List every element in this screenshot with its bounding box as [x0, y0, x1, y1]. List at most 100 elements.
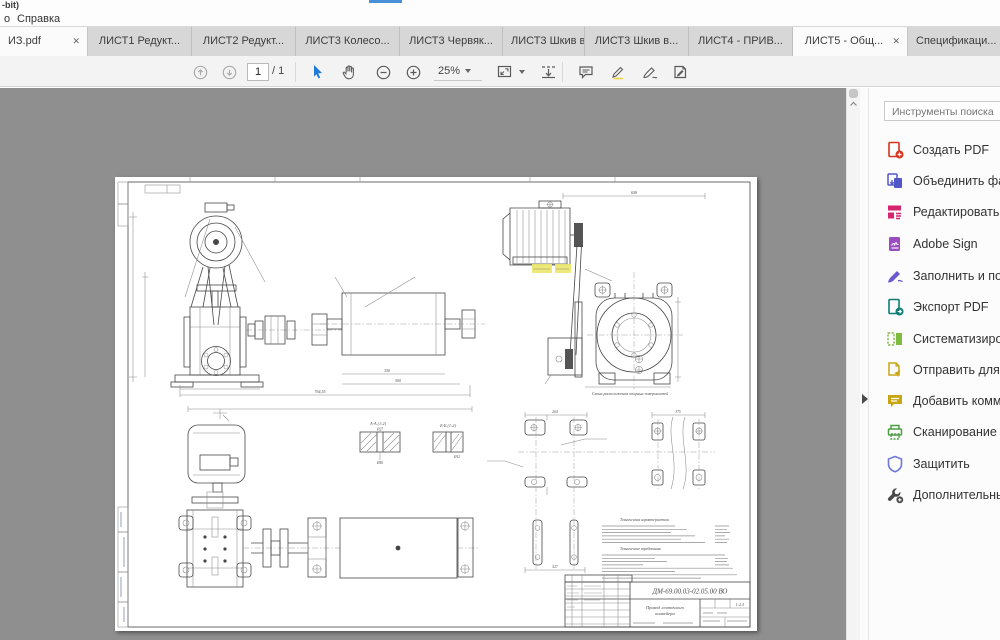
tab-list4-privod[interactable]: ЛИСТ4 - ПРИВ... — [689, 27, 793, 57]
scrolling-mode-button[interactable] — [536, 60, 560, 84]
menu-bar: о Справка — [0, 12, 1000, 26]
svg-text:375: 375 — [675, 410, 681, 414]
tool-combine-files[interactable]: Объединить файлы — [884, 170, 1000, 192]
svg-text:Техническая характеристика: Техническая характеристика — [620, 518, 669, 522]
tab-list3-shkiv-2[interactable]: ЛИСТ3 Шкив в... — [585, 27, 689, 57]
svg-text:Ø27: Ø27 — [376, 428, 383, 432]
search-input[interactable] — [885, 103, 1000, 121]
fill-sign-icon — [886, 267, 904, 285]
drawing-frame — [118, 177, 750, 627]
scrollbar-thumb[interactable] — [849, 89, 858, 98]
page-fit-dropdown[interactable] — [494, 60, 528, 84]
svg-text:Ø56: Ø56 — [376, 461, 383, 465]
adobe-sign-icon — [886, 235, 904, 253]
tab-list2[interactable]: ЛИСТ2 Редукт... — [192, 27, 296, 57]
plus-circle-icon — [406, 65, 421, 80]
view-plan — [179, 406, 480, 587]
minus-circle-icon — [376, 65, 391, 80]
chevron-down-icon — [519, 70, 525, 74]
zoom-out-button[interactable] — [371, 60, 395, 84]
svg-text:А-А (1:2): А-А (1:2) — [369, 421, 387, 426]
close-icon[interactable]: ✕ — [72, 27, 80, 56]
fit-page-icon — [497, 64, 514, 80]
highlight-tool-button[interactable] — [606, 60, 630, 84]
main-toolbar: 1 / 1 25% — [0, 56, 1000, 87]
protect-shield-icon — [886, 455, 904, 473]
select-tool-button[interactable] — [306, 60, 330, 84]
menu-item-help[interactable]: Справка — [14, 12, 63, 26]
tool-send-for-comments[interactable]: Отправить для комментариев — [884, 359, 1000, 381]
zoom-level-value: 25% — [434, 65, 460, 77]
close-icon[interactable]: ✕ — [892, 27, 900, 56]
zoom-level-dropdown[interactable]: 25% — [434, 63, 482, 81]
create-pdf-icon — [886, 141, 904, 159]
technical-notes: Техническая характеристика Технические т… — [602, 518, 737, 578]
svg-text:1:2.5: 1:2.5 — [736, 602, 745, 607]
more-tools-button[interactable] — [668, 60, 692, 84]
window-titlebar: -bit) — [0, 0, 1000, 12]
scan-ocr-icon — [886, 423, 904, 441]
tool-protect[interactable]: Защитить — [884, 453, 1000, 475]
tab-iz-pdf[interactable]: ИЗ.pdf ✕ — [0, 27, 88, 57]
hand-icon — [341, 64, 357, 80]
svg-text:500: 500 — [395, 378, 401, 383]
svg-text:264: 264 — [552, 410, 558, 414]
tab-list3-chervyak[interactable]: ЛИСТ3 Червяк... — [400, 27, 503, 57]
tab-list1[interactable]: ЛИСТ1 Редукт... — [88, 27, 192, 57]
previous-page-button[interactable] — [188, 60, 212, 84]
tool-edit-pdf[interactable]: Редактировать PDF — [884, 201, 1000, 223]
signature-pen-icon — [642, 64, 659, 80]
svg-text:764,55: 764,55 — [315, 389, 326, 395]
pencil-icon — [610, 64, 626, 80]
scroll-up-icon[interactable] — [849, 100, 858, 108]
next-page-button[interactable] — [217, 60, 241, 84]
organize-pages-icon — [886, 330, 904, 348]
svg-text:Привод ленточного: Привод ленточного — [645, 605, 685, 610]
tool-organize-pages[interactable]: Систематизировать страницы — [884, 328, 1000, 350]
svg-text:527: 527 — [552, 565, 558, 569]
document-tab-bar: ИЗ.pdf ✕ ЛИСТ1 Редукт... ЛИСТ2 Редукт...… — [0, 26, 1000, 56]
combine-files-icon — [886, 172, 904, 190]
comment-tool-button[interactable] — [574, 60, 598, 84]
hand-tool-button[interactable] — [337, 60, 361, 84]
title-block: ДМ-69.00.03-02.05.00 ВО Привод ленточног… — [565, 575, 750, 627]
panel-divider — [860, 88, 868, 640]
tools-search-box[interactable] — [884, 101, 1000, 121]
svg-text:Технические требования: Технические требования — [620, 547, 661, 551]
tool-add-comment[interactable]: Добавить комментарий — [884, 390, 1000, 412]
tab-specification[interactable]: Спецификаци... — [908, 27, 1000, 57]
page-count-label: / 1 — [272, 63, 284, 80]
more-tools-wrench-icon — [886, 486, 904, 504]
select-cursor-icon — [310, 64, 326, 80]
svg-text:Ø12: Ø12 — [453, 455, 460, 459]
svg-text:Б-Б (1:2): Б-Б (1:2) — [439, 423, 456, 428]
section-details: А-А (1:2) Ø27 Ø56 Б-Б (1:2) Ø12 — [360, 421, 463, 465]
arrow-down-circle-icon — [222, 65, 237, 80]
window-title-fragment: -bit) — [2, 0, 19, 10]
zoom-in-button[interactable] — [401, 60, 425, 84]
tab-list5-active[interactable]: ЛИСТ5 - Общ... ✕ — [793, 27, 908, 57]
svg-text:Схема расположения опорных пов: Схема расположения опорных поверхностей — [592, 391, 668, 396]
speech-bubble-icon — [578, 64, 594, 80]
menu-item-window[interactable]: о — [1, 12, 13, 26]
page-number-input[interactable]: 1 — [247, 63, 269, 81]
tool-more-tools[interactable]: Дополнительные инструменты — [884, 484, 1000, 506]
chevron-down-icon — [465, 69, 471, 73]
view-front: 350 500 764,55 — [129, 203, 485, 397]
acrobat-window: { "window": { "title_tail": "-bit)", "ac… — [0, 0, 1000, 640]
document-scrollbar[interactable] — [846, 88, 860, 640]
pdf-page-canvas[interactable]: 350 500 764,55 658 — [115, 177, 757, 631]
background-accent-strip — [369, 0, 402, 3]
tab-list3-shkiv-1[interactable]: ЛИСТ3 Шкив в... — [503, 27, 585, 57]
svg-text:ДМ-69.00.03-02.05.00 ВО: ДМ-69.00.03-02.05.00 ВО — [652, 588, 728, 596]
fill-sign-tool-button[interactable] — [638, 60, 662, 84]
engineering-drawing: 350 500 764,55 658 — [115, 177, 757, 631]
fit-width-icon — [540, 64, 557, 80]
tool-scan-ocr[interactable]: Сканирование и распознавание — [884, 421, 1000, 443]
tab-list3-koleso[interactable]: ЛИСТ3 Колесо... — [296, 27, 400, 57]
tool-export-pdf[interactable]: Экспорт PDF — [884, 296, 1000, 318]
tool-fill-sign[interactable]: Заполнить и подписать — [884, 265, 1000, 287]
tool-adobe-sign[interactable]: Adobe Sign — [884, 233, 1000, 255]
add-comment-icon — [886, 392, 904, 410]
tool-create-pdf[interactable]: Создать PDF — [884, 139, 1000, 161]
